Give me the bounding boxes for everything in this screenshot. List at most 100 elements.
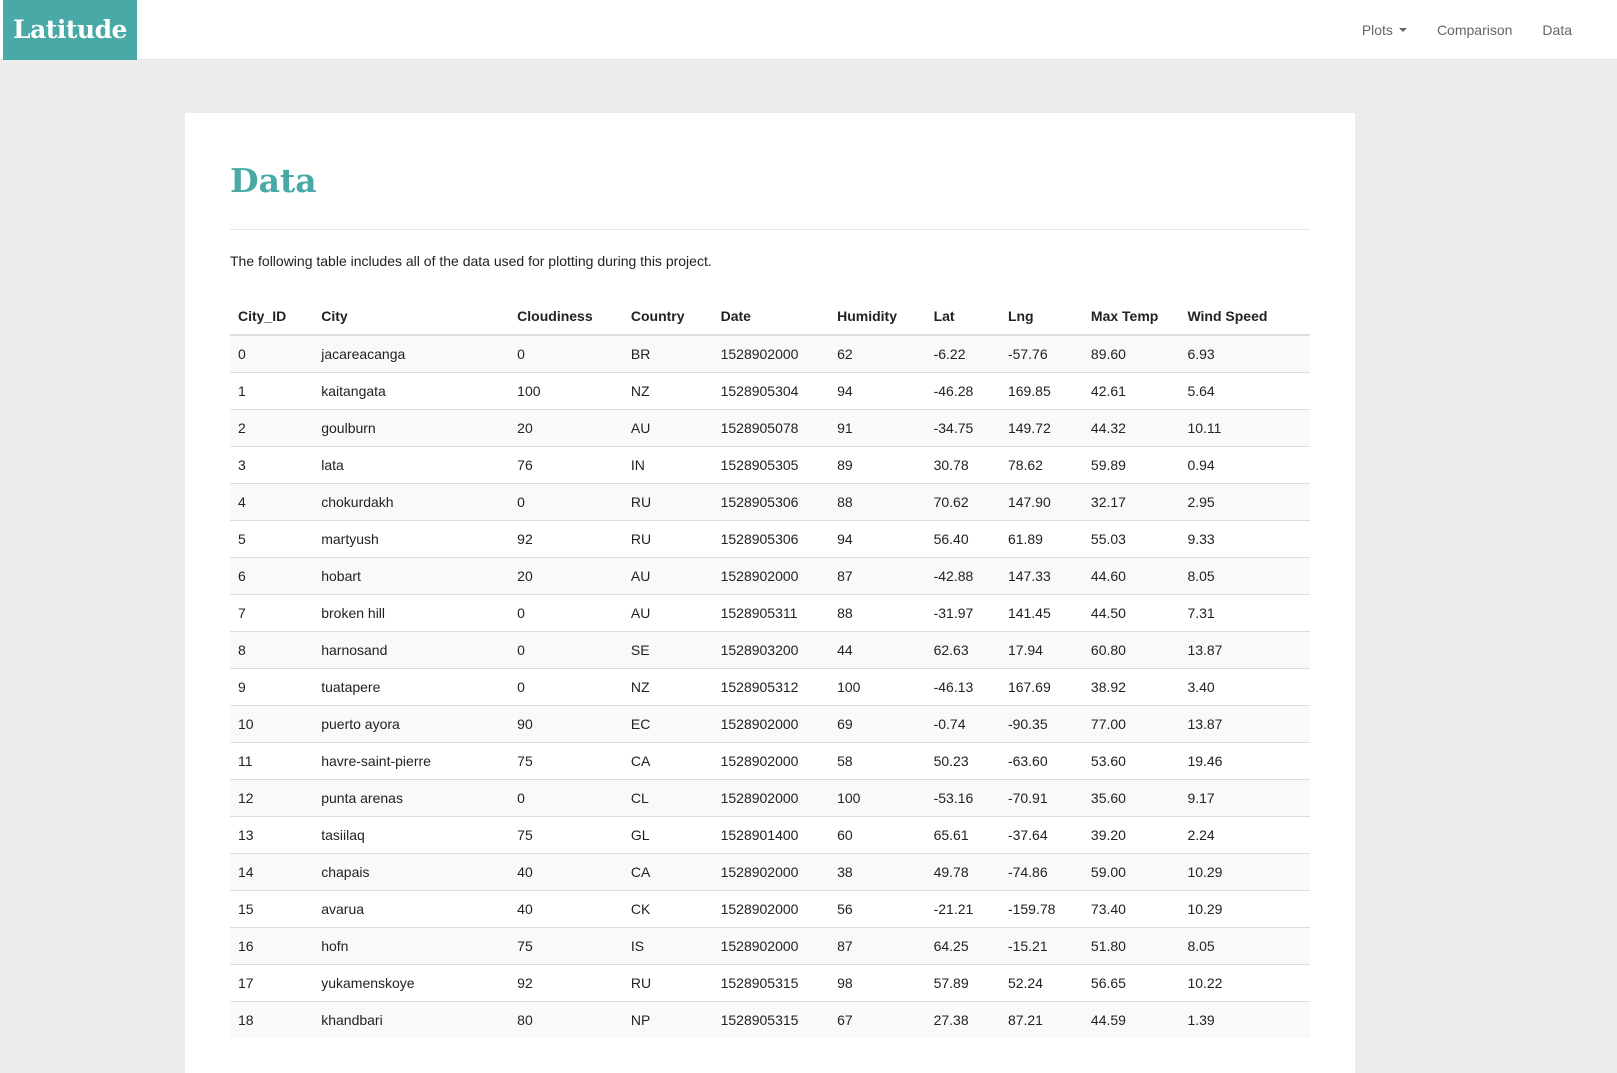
table-cell-city: harnosand: [313, 631, 510, 669]
table-cell-wind-speed: 10.29: [1179, 890, 1310, 928]
table-row: 0 jacareacanga 0 BR 1528902000 62 -6.22 -57.76 8…: [230, 334, 1310, 373]
table-cell-lat: 56.40: [925, 520, 1000, 558]
table-row: 13 tasiilaq 75 GL 1528901400 60 65.61 -37.64 39.…: [230, 816, 1310, 854]
table-cell-lat: -0.74: [925, 705, 1000, 743]
table-cell-city-id: 7: [230, 594, 314, 632]
table-cell-cloudiness: 100: [509, 372, 623, 410]
table-cell-city-id: 13: [230, 816, 314, 854]
table-cell-wind-speed: 9.33: [1179, 520, 1310, 558]
table-cell-cloudiness: 0: [509, 594, 623, 632]
table-cell-city: tuatapere: [313, 668, 510, 706]
table-cell-cloudiness: 92: [509, 964, 623, 1002]
table-cell-lng: 52.24: [999, 964, 1083, 1002]
table-cell-cloudiness: 80: [509, 1001, 623, 1038]
table-cell-wind-speed: 0.94: [1179, 446, 1310, 484]
table-row: 16 hofn 75 IS 1528902000 87 64.25 -15.21 51.80 8.…: [230, 927, 1310, 965]
table-cell-date: 1528902000: [712, 705, 830, 743]
table-cell-lng: 17.94: [999, 631, 1083, 669]
table-cell-cloudiness: 20: [509, 409, 623, 447]
table-cell-max-temp: 44.50: [1082, 594, 1180, 632]
table-cell-humidity: 91: [829, 409, 926, 447]
column-header-humidity: Humidity: [829, 298, 926, 336]
table-cell-wind-speed: 13.87: [1179, 631, 1310, 669]
table-cell-date: 1528903200: [712, 631, 830, 669]
table-header-row: City_ID City Cloudiness Country Date Humidity…: [230, 298, 1310, 336]
table-cell-country: EC: [622, 705, 713, 743]
table-cell-lng: -70.91: [999, 779, 1083, 817]
table-cell-city-id: 2: [230, 409, 314, 447]
table-cell-date: 1528902000: [712, 557, 830, 595]
nav-link-comparison[interactable]: Comparison: [1422, 22, 1527, 38]
table-cell-city: chapais: [313, 853, 510, 891]
table-cell-city: yukamenskoye: [313, 964, 510, 1002]
table-cell-lat: 50.23: [925, 742, 1000, 780]
table-cell-lat: -34.75: [925, 409, 1000, 447]
page-title: Data: [230, 161, 317, 200]
table-cell-cloudiness: 75: [509, 742, 623, 780]
table-cell-country: CL: [622, 779, 713, 817]
table-cell-lng: -74.86: [999, 853, 1083, 891]
table-cell-date: 1528902000: [712, 890, 830, 928]
table-cell-cloudiness: 0: [509, 631, 623, 669]
table-cell-city: hobart: [313, 557, 510, 595]
table-cell-wind-speed: 10.29: [1179, 853, 1310, 891]
table-cell-city: jacareacanga: [313, 334, 510, 373]
nav-link-data[interactable]: Data: [1527, 22, 1587, 38]
column-header-lat: Lat: [925, 298, 1000, 336]
table-row: 17 yukamenskoye 92 RU 1528905315 98 57.89 52.24…: [230, 964, 1310, 1002]
table-row: 7 broken hill 0 AU 1528905311 88 -31.97 141.45 4…: [230, 594, 1310, 632]
table-cell-wind-speed: 13.87: [1179, 705, 1310, 743]
table-cell-city: punta arenas: [313, 779, 510, 817]
nav-link-plots-dropdown[interactable]: Plots: [1347, 22, 1422, 38]
column-header-city: City: [313, 298, 510, 336]
data-table: City_ID City Cloudiness Country Date Humidity…: [230, 298, 1310, 1038]
table-row: 18 khandbari 80 NP 1528905315 67 27.38 87.21 44.…: [230, 1001, 1310, 1038]
table-cell-wind-speed: 9.17: [1179, 779, 1310, 817]
table-cell-lat: 27.38: [925, 1001, 1000, 1038]
table-cell-lat: 70.62: [925, 483, 1000, 521]
table-cell-date: 1528905306: [712, 483, 830, 521]
table-cell-date: 1528902000: [712, 853, 830, 891]
brand-logo-link[interactable]: Latitude: [3, 0, 137, 60]
table-cell-humidity: 58: [829, 742, 926, 780]
table-cell-max-temp: 55.03: [1082, 520, 1180, 558]
table-cell-max-temp: 89.60: [1082, 334, 1180, 373]
table-cell-humidity: 98: [829, 964, 926, 1002]
table-cell-city: khandbari: [313, 1001, 510, 1038]
table-cell-humidity: 100: [829, 779, 926, 817]
table-cell-wind-speed: 6.93: [1179, 334, 1310, 373]
column-header-city-id: City_ID: [230, 298, 314, 336]
table-cell-date: 1528905312: [712, 668, 830, 706]
table-cell-humidity: 88: [829, 594, 926, 632]
table-cell-cloudiness: 0: [509, 668, 623, 706]
table-cell-date: 1528902000: [712, 334, 830, 373]
table-cell-lng: -159.78: [999, 890, 1083, 928]
table-cell-date: 1528905306: [712, 520, 830, 558]
table-cell-max-temp: 39.20: [1082, 816, 1180, 854]
table-cell-city-id: 3: [230, 446, 314, 484]
table-cell-humidity: 60: [829, 816, 926, 854]
table-cell-lng: -57.76: [999, 334, 1083, 373]
table-cell-city: broken hill: [313, 594, 510, 632]
table-row: 12 punta arenas 0 CL 1528902000 100 -53.16 -70.…: [230, 779, 1310, 817]
table-cell-max-temp: 38.92: [1082, 668, 1180, 706]
table-body: 0 jacareacanga 0 BR 1528902000 62 -6.22 -57.76 8…: [230, 334, 1310, 1038]
table-cell-city: havre-saint-pierre: [313, 742, 510, 780]
table-cell-city: puerto ayora: [313, 705, 510, 743]
table-cell-lng: 147.33: [999, 557, 1083, 595]
table-cell-lng: 167.69: [999, 668, 1083, 706]
table-cell-date: 1528902000: [712, 742, 830, 780]
table-cell-cloudiness: 40: [509, 853, 623, 891]
table-cell-lng: -15.21: [999, 927, 1083, 965]
content-card: Data The following table includes all of…: [185, 113, 1355, 1073]
table-cell-city: chokurdakh: [313, 483, 510, 521]
table-cell-max-temp: 77.00: [1082, 705, 1180, 743]
table-cell-date: 1528905315: [712, 1001, 830, 1038]
column-header-max-temp: Max Temp: [1082, 298, 1180, 336]
nav-link-plots-label: Plots: [1361, 22, 1393, 38]
table-cell-country: IS: [622, 927, 713, 965]
table-cell-humidity: 38: [829, 853, 926, 891]
table-cell-country: AU: [622, 594, 713, 632]
table-cell-city: goulburn: [313, 409, 510, 447]
column-header-date: Date: [712, 298, 830, 336]
